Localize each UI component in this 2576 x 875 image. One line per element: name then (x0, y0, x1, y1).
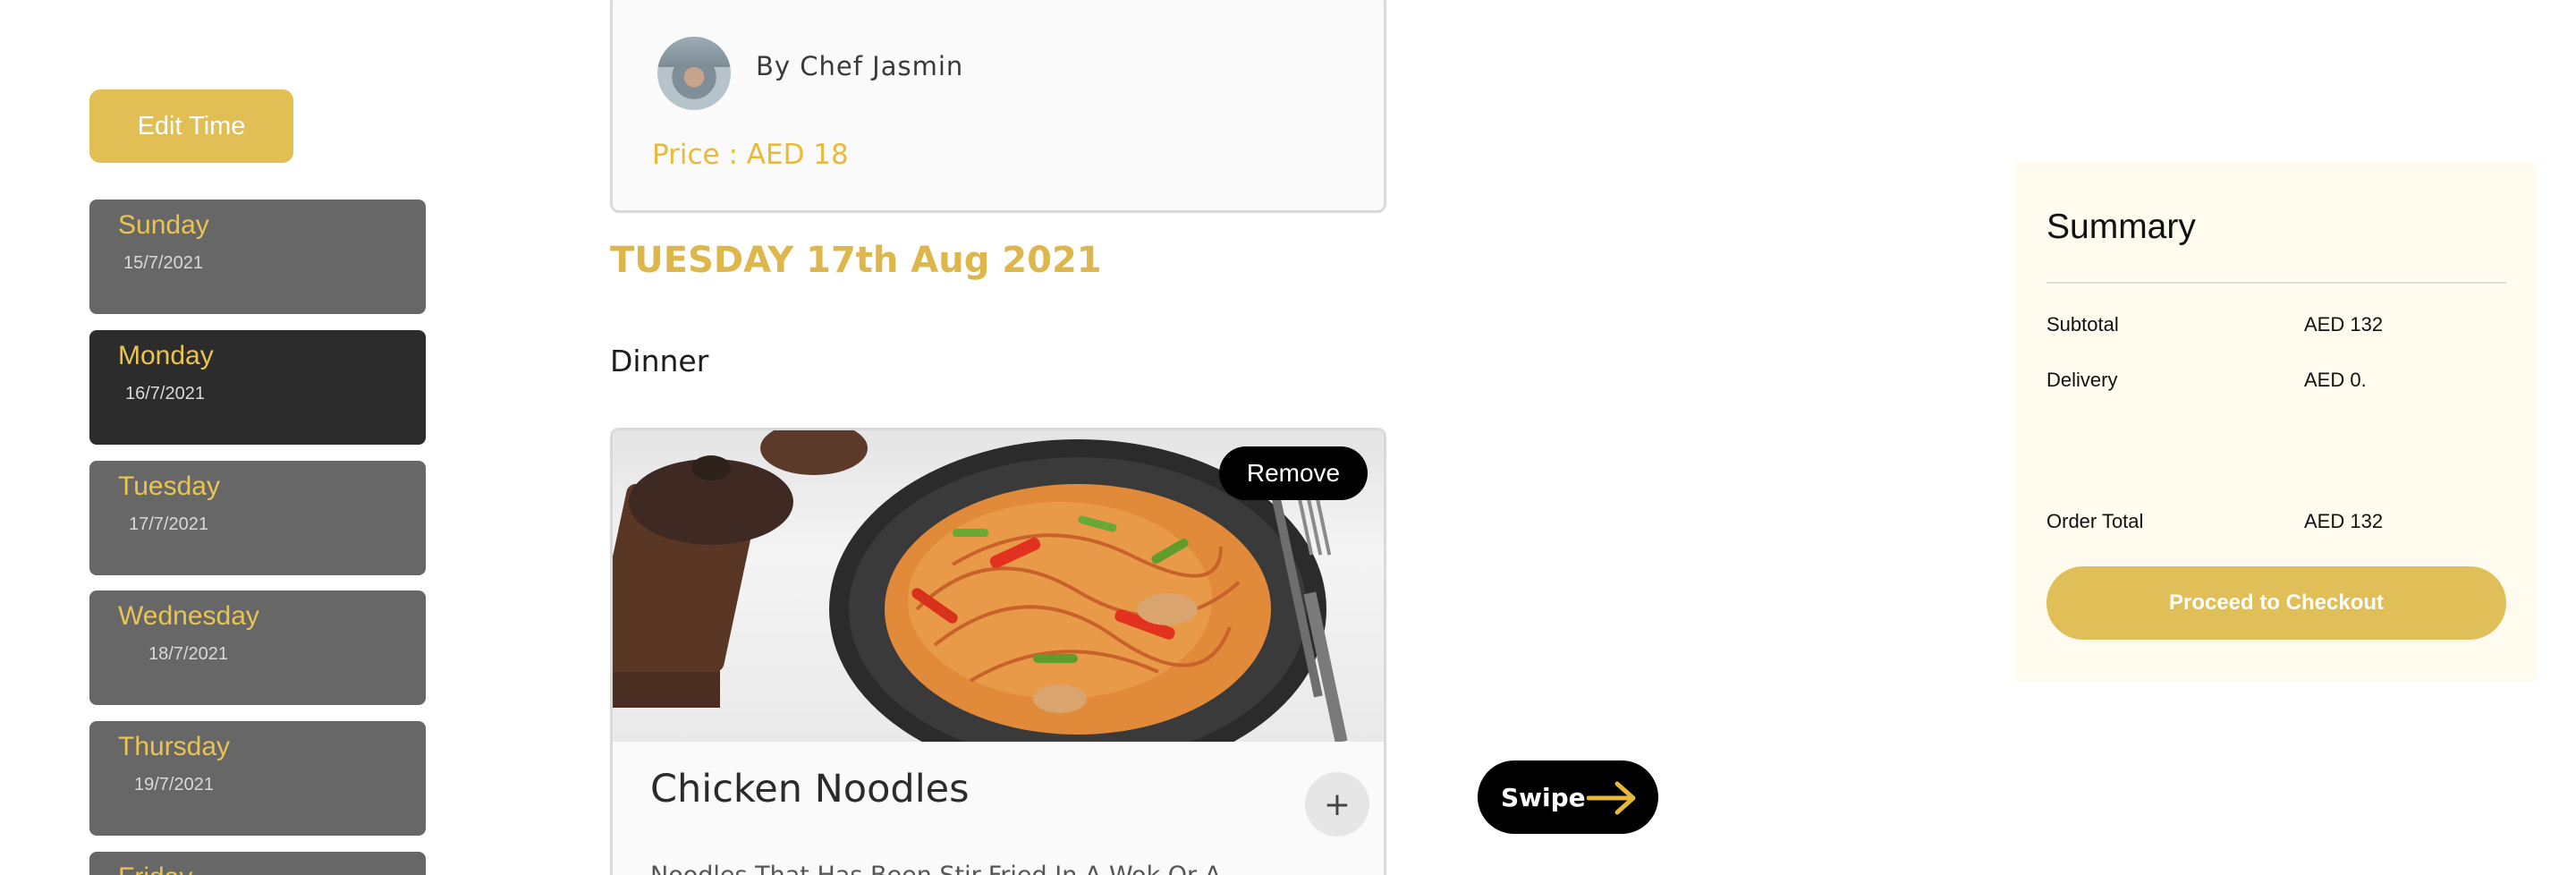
subtotal-label: Subtotal (2046, 313, 2119, 336)
day-card-thursday[interactable]: Thursday 19/7/2021 (89, 721, 426, 836)
subtotal-value: AED 132 (2304, 313, 2384, 336)
day-date: 17/7/2021 (129, 514, 208, 534)
day-date: 18/7/2021 (148, 644, 228, 664)
meal-type-label: Dinner (610, 344, 709, 378)
day-name: Wednesday (118, 601, 259, 631)
swipe-button[interactable]: Swipe (1478, 760, 1658, 834)
day-card-wednesday[interactable]: Wednesday 18/7/2021 (89, 590, 426, 705)
day-name: Tuesday (118, 471, 220, 501)
food-title: Chicken Noodles (650, 767, 970, 811)
day-card-monday[interactable]: Monday 16/7/2021 (89, 330, 426, 445)
day-card-sunday[interactable]: Sunday 15/7/2021 (89, 200, 426, 314)
day-name: Thursday (118, 732, 231, 761)
food-card: Remove Chicken Noodles + Noodles That Ha… (610, 428, 1386, 875)
day-card-tuesday[interactable]: Tuesday 17/7/2021 (89, 461, 426, 575)
day-name: Friday (118, 862, 192, 875)
food-image: Remove (613, 430, 1384, 742)
order-summary-panel: Summary Subtotal AED 132 Delivery AED 0.… (2016, 161, 2537, 682)
edit-time-button[interactable]: Edit Time (89, 89, 293, 163)
day-date: 16/7/2021 (125, 384, 205, 404)
day-name: Monday (118, 341, 214, 370)
date-heading: TUESDAY 17th Aug 2021 (610, 240, 1102, 281)
summary-title: Summary (2046, 208, 2196, 246)
swipe-label: Swipe (1501, 782, 1586, 812)
order-total-label: Order Total (2046, 510, 2144, 532)
food-description: Noodles That Has Been Stir-Fried In A Wo… (650, 862, 1348, 875)
chef-card: By Chef Jasmin Price : AED 18 (610, 0, 1386, 213)
chef-name: By Chef Jasmin (756, 51, 964, 81)
add-button[interactable]: + (1305, 772, 1369, 837)
chef-avatar (657, 37, 731, 110)
remove-button[interactable]: Remove (1219, 446, 1368, 500)
day-name: Sunday (118, 210, 209, 240)
day-card-friday[interactable]: Friday (89, 852, 426, 875)
order-total-value: AED 132 (2304, 510, 2384, 532)
proceed-to-checkout-button[interactable]: Proceed to Checkout (2046, 566, 2506, 640)
meal-price: Price : AED 18 (652, 139, 849, 171)
day-date: 19/7/2021 (134, 775, 214, 794)
delivery-label: Delivery (2046, 369, 2118, 391)
summary-divider (2046, 282, 2506, 284)
day-date: 15/7/2021 (123, 253, 203, 273)
arrow-right-icon (1587, 781, 1636, 815)
delivery-value: AED 0. (2304, 369, 2367, 391)
